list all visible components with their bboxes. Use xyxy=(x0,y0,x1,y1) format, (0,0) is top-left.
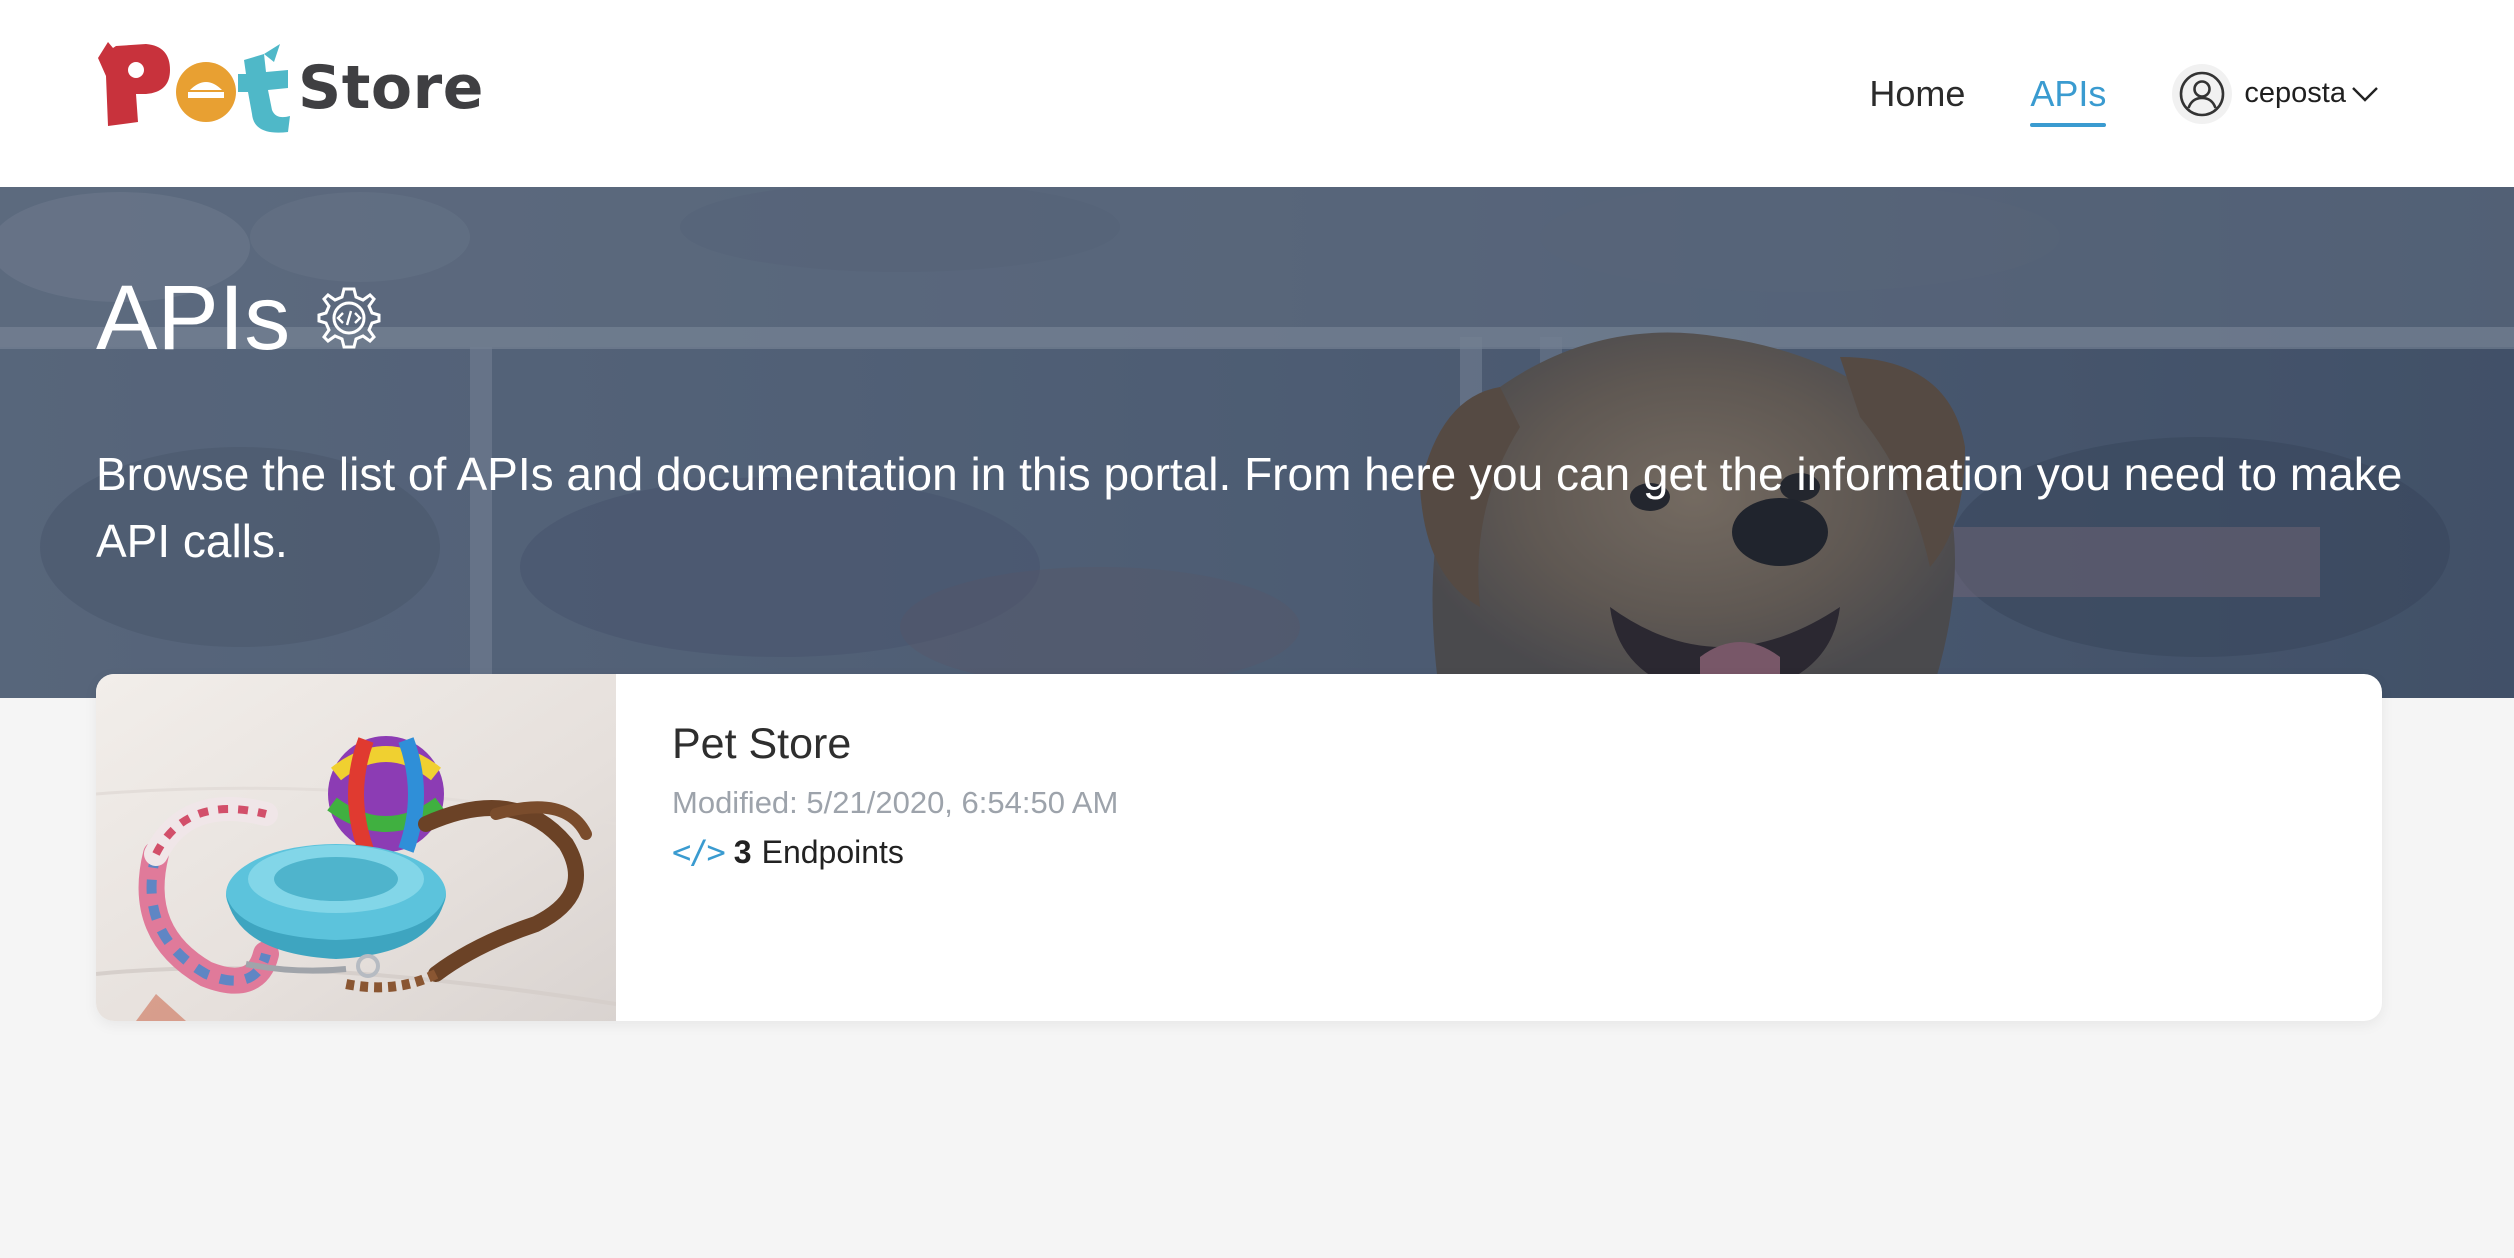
top-header: Store Home APIs ceposta xyxy=(0,0,2514,187)
api-info: Pet Store Modified: 5/21/2020, 6:54:50 A… xyxy=(672,720,1118,871)
api-name[interactable]: Pet Store xyxy=(672,720,1118,769)
api-modified-date: Modified: 5/21/2020, 6:54:50 AM xyxy=(672,785,1119,820)
api-thumbnail-image xyxy=(96,674,616,1021)
user-menu[interactable]: ceposta xyxy=(2172,63,2380,124)
pet-logo-mark xyxy=(98,42,290,133)
username: ceposta xyxy=(2244,77,2346,109)
hero-title-row: APIs xyxy=(96,272,382,364)
hero-description: Browse the list of APIs and documentatio… xyxy=(96,448,2403,567)
user-circle-icon xyxy=(2172,63,2233,124)
api-card[interactable]: Pet Store Modified: 5/21/2020, 6:54:50 A… xyxy=(96,674,2382,1021)
logo-text: Store xyxy=(298,53,484,123)
page-title: APIs xyxy=(96,267,291,369)
nav-apis-link[interactable]: APIs xyxy=(2030,73,2107,127)
endpoint-label: Endpoints xyxy=(761,833,904,870)
chevron-down-icon xyxy=(2352,86,2378,102)
main-nav: Home APIs ceposta xyxy=(1804,0,2380,187)
api-endpoints: </> 3 Endpoints xyxy=(672,833,1118,871)
pet-store-logo[interactable]: Store xyxy=(94,40,484,136)
nav-home-link[interactable]: Home xyxy=(1869,73,1965,115)
hero-banner: APIs Browse the list of APIs and documen… xyxy=(0,187,2514,698)
code-icon: </> xyxy=(672,833,726,871)
gear-code-icon xyxy=(317,287,381,349)
endpoint-count: 3 xyxy=(733,833,752,870)
